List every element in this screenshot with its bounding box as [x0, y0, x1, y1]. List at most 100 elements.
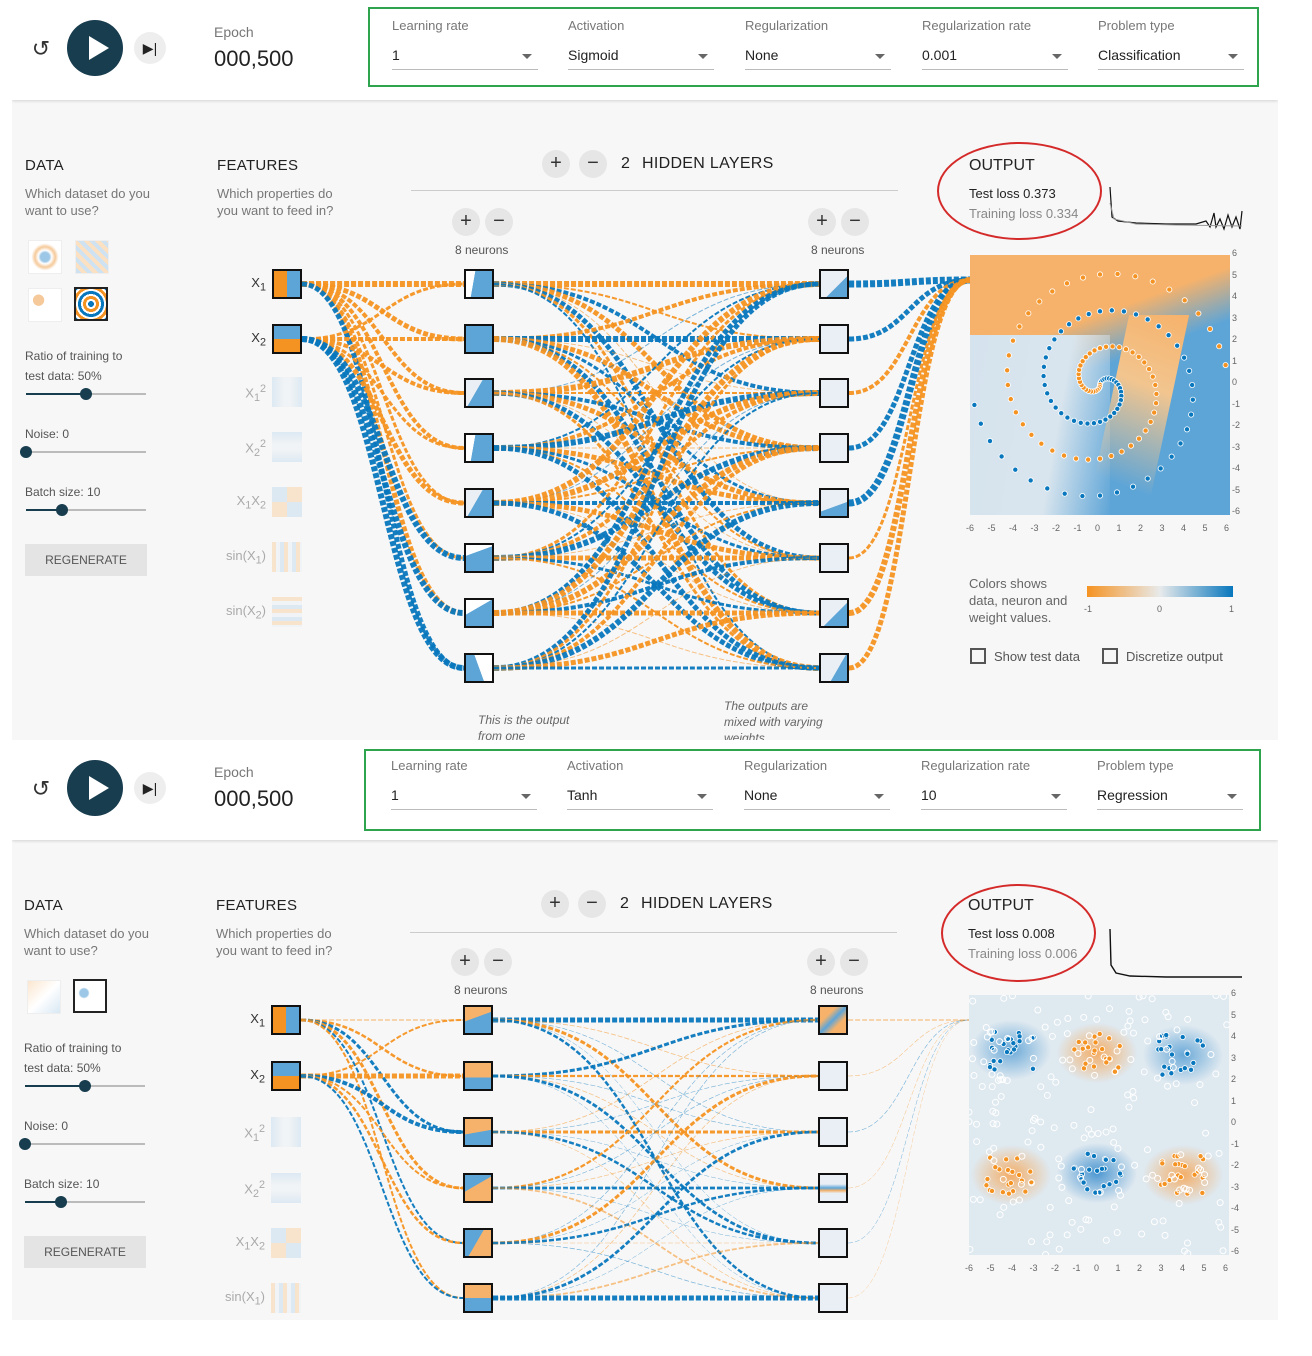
data-point [1161, 1231, 1169, 1239]
neuron-layer1-5[interactable] [463, 1228, 493, 1258]
feature-x2-squared[interactable] [272, 432, 302, 462]
weight-input-1-to-h1-3 [301, 337, 465, 450]
neuron-layer2-5[interactable] [818, 1228, 848, 1258]
neuron-layer2-6[interactable] [819, 543, 849, 573]
neuron-layer1-4[interactable] [463, 1173, 493, 1203]
feature-sin-x1[interactable] [271, 1283, 301, 1313]
neuron-layer2-3[interactable] [819, 378, 849, 408]
data-point [1130, 1094, 1138, 1102]
x-tick: -6 [966, 523, 975, 533]
data-point [1016, 323, 1023, 330]
data-point [1091, 347, 1098, 354]
data-point [1080, 1013, 1088, 1021]
neuron-layer1-7[interactable] [464, 598, 494, 628]
data-point [1049, 447, 1056, 454]
x-tick: -4 [1009, 523, 1018, 533]
data-point [1077, 1225, 1085, 1233]
feature-sin-x1[interactable] [272, 542, 302, 572]
data-point [1003, 1156, 1010, 1163]
neuron-layer1-6[interactable] [464, 543, 494, 573]
data-point [1135, 435, 1142, 442]
data-point [1125, 1007, 1133, 1015]
neuron-layer2-4[interactable] [818, 1173, 848, 1203]
feature-sin-x2[interactable] [272, 597, 302, 627]
discretize-output-checkbox[interactable]: Discretize output [1102, 648, 1223, 664]
color-scale-min: -1 [1084, 604, 1093, 614]
data-point [1144, 316, 1151, 323]
data-point [1189, 396, 1196, 403]
data-point [1012, 409, 1019, 416]
data-point [1118, 448, 1125, 455]
neuron-layer1-3[interactable] [463, 1117, 493, 1147]
feature-x1[interactable] [271, 1005, 301, 1035]
feature-x2[interactable] [272, 324, 302, 354]
neuron-layer2-1[interactable] [818, 1005, 848, 1035]
neuron-layer1-2[interactable] [463, 1061, 493, 1091]
neuron-layer1-8[interactable] [464, 653, 494, 683]
data-point [1127, 442, 1134, 449]
feature-x1-times-x2[interactable] [272, 487, 302, 517]
neuron-layer2-3[interactable] [818, 1117, 848, 1147]
neuron-layer1-4[interactable] [464, 433, 494, 463]
neuron-layer2-8[interactable] [819, 653, 849, 683]
feature-x1-squared[interactable] [271, 1117, 301, 1147]
feature-x1-times-x2[interactable] [271, 1228, 301, 1258]
weight-h1-5-to-h2-0 [492, 1019, 819, 1299]
data-point [1004, 367, 1011, 374]
neuron-layer2-1[interactable] [819, 269, 849, 299]
data-point [1181, 354, 1188, 361]
data-point [1027, 477, 1034, 484]
data-point [1016, 1033, 1023, 1040]
data-point [1028, 431, 1035, 438]
color-scale-bar [1087, 586, 1233, 597]
x-tick: -5 [986, 1263, 995, 1273]
data-point [1108, 452, 1115, 459]
data-point [1063, 1030, 1071, 1038]
data-point [986, 438, 993, 445]
feature-label-2: X12 [244, 1123, 265, 1144]
neuron-layer1-3[interactable] [464, 378, 494, 408]
data-point [1055, 1155, 1063, 1163]
data-point [1129, 349, 1136, 356]
neuron-layer2-2[interactable] [818, 1061, 848, 1091]
data-point [1029, 1054, 1037, 1062]
neuron-layer1-6[interactable] [463, 1283, 493, 1313]
data-point [1019, 421, 1026, 428]
data-point [1102, 1236, 1110, 1244]
y-tick: -4 [1232, 463, 1241, 473]
feature-x2[interactable] [271, 1061, 301, 1091]
y-tick: 1 [1232, 355, 1238, 366]
data-point [984, 1176, 991, 1183]
feature-x2-squared[interactable] [271, 1173, 301, 1203]
neuron-layer1-2[interactable] [464, 324, 494, 354]
data-point [969, 1118, 973, 1126]
neuron-layer1-1[interactable] [463, 1005, 493, 1035]
data-point [1148, 995, 1156, 1003]
neuron-layer1-1[interactable] [464, 269, 494, 299]
data-point [1050, 1124, 1058, 1132]
neuron-layer2-7[interactable] [819, 598, 849, 628]
neuron-layer2-6[interactable] [818, 1283, 848, 1313]
data-point [1172, 1080, 1180, 1088]
data-point [990, 1057, 997, 1064]
show-test-data-checkbox[interactable]: Show test data [970, 648, 1080, 664]
weight-h2-3-to-output [847, 1019, 970, 1189]
neuron-layer2-2[interactable] [819, 324, 849, 354]
neuron-layer2-4[interactable] [819, 433, 849, 463]
data-point [1135, 353, 1142, 360]
color-scale-max: 1 [1229, 604, 1235, 614]
data-point [1094, 1167, 1101, 1174]
data-point [1129, 1087, 1137, 1095]
neuron-layer1-5[interactable] [464, 488, 494, 518]
data-point [1165, 332, 1172, 339]
neuron-layer2-5[interactable] [819, 488, 849, 518]
data-point [1177, 1174, 1184, 1181]
data-point [1064, 414, 1071, 421]
feature-label-4: X1X2 [236, 493, 266, 512]
data-point [1184, 1050, 1191, 1057]
feature-x1-squared[interactable] [272, 377, 302, 407]
data-point [1090, 420, 1097, 427]
data-point [1132, 311, 1139, 318]
feature-x1[interactable] [272, 269, 302, 299]
data-point [1029, 1065, 1036, 1072]
